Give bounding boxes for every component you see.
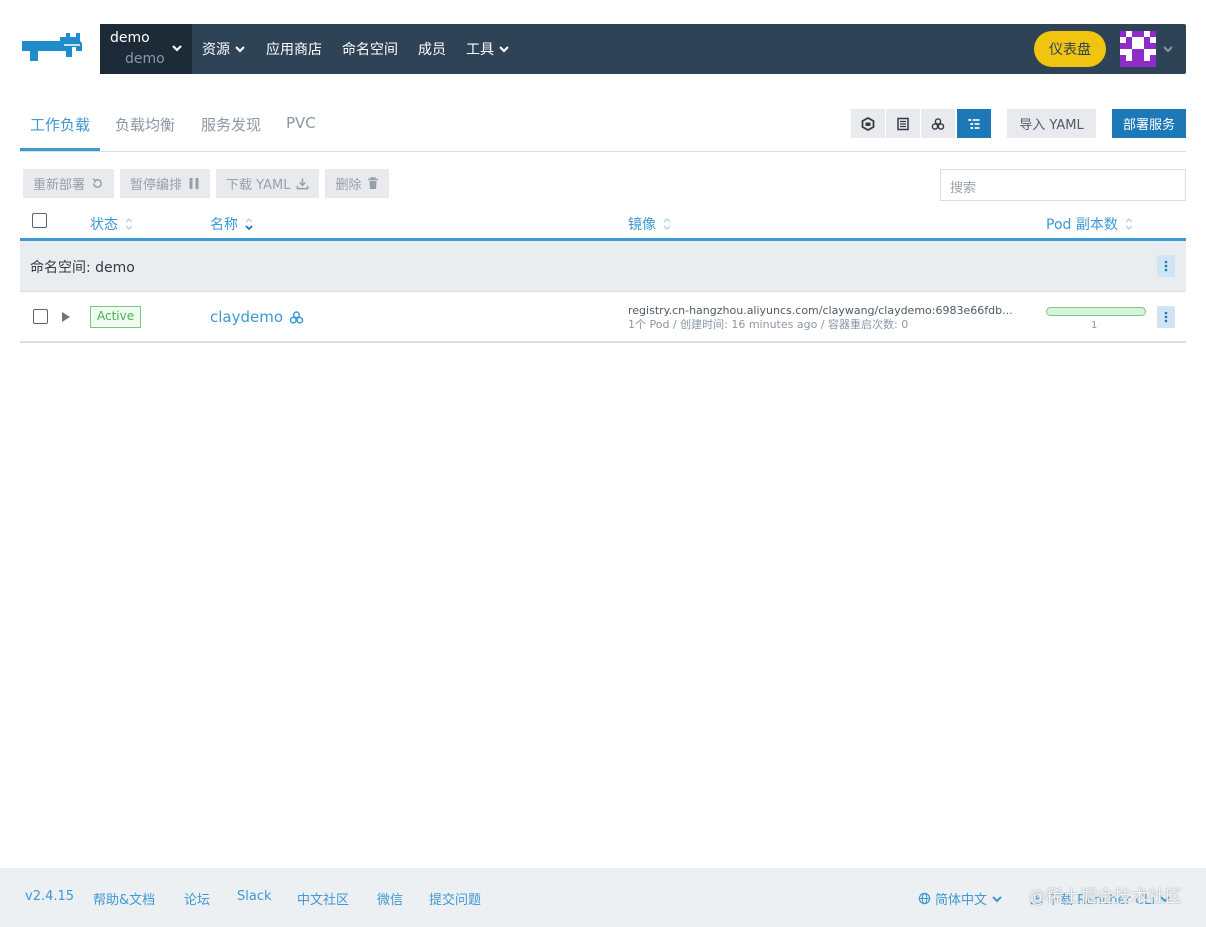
tab-workloads[interactable]: 工作负载 (30, 114, 90, 135)
context-switcher[interactable]: demo demo (100, 24, 192, 74)
import-yaml-button[interactable]: 导入 YAML (1007, 109, 1096, 138)
tree-list-icon (968, 118, 980, 129)
search-input[interactable]: 搜索 (940, 169, 1186, 201)
bulk-actions: 重新部署 暂停编排 下载 YAML 删除 (23, 169, 395, 198)
main-navbar: demo demo 资源 应用商店 命名空间 成员 工具 仪表盘 (100, 24, 1186, 74)
namespace-group-label: 命名空间: demo (30, 260, 135, 276)
kebab-menu-icon (1164, 311, 1168, 323)
globe-icon (918, 892, 931, 905)
download-icon (297, 178, 309, 190)
deploy-service-button[interactable]: 部署服务 (1112, 109, 1186, 138)
row-actions-button[interactable] (1157, 306, 1175, 328)
column-pods[interactable]: Pod 副本数 (1046, 214, 1134, 234)
column-name-label: 名称 (210, 217, 238, 233)
list-icon (897, 117, 909, 130)
context-cluster: demo (110, 30, 150, 46)
column-pods-label: Pod 副本数 (1046, 217, 1118, 233)
pause-orchestration-button[interactable]: 暂停编排 (120, 169, 211, 198)
chevron-down-icon (235, 46, 245, 53)
view-list-button[interactable] (886, 109, 920, 138)
cube-icon (861, 116, 875, 131)
redeploy-label: 重新部署 (33, 178, 86, 193)
nav-members[interactable]: 成员 (408, 24, 456, 74)
trash-icon (368, 177, 379, 189)
sort-desc-icon (245, 217, 253, 231)
nav-tools-label: 工具 (466, 42, 494, 58)
row-checkbox[interactable] (33, 309, 48, 324)
nav-app-store[interactable]: 应用商店 (256, 24, 332, 74)
footer-link-wechat[interactable]: 微信 (377, 889, 403, 908)
nav-resources[interactable]: 资源 (192, 24, 256, 74)
tab-pvc[interactable]: PVC (286, 114, 316, 132)
status-badge: Active (90, 306, 142, 328)
dashboard-button[interactable]: 仪表盘 (1034, 31, 1106, 67)
chevron-down-icon[interactable] (1162, 43, 1174, 55)
sort-icon (663, 217, 671, 231)
select-all-checkbox[interactable] (32, 213, 47, 228)
view-group-by-namespace-button[interactable] (921, 109, 955, 138)
column-state-label: 状态 (90, 217, 118, 233)
footer-link-forum[interactable]: 论坛 (184, 889, 210, 908)
page-footer: v2.4.15 帮助&文档 论坛 Slack 中文社区 微信 提交问题 简体中文… (0, 868, 1206, 927)
language-label: 简体中文 (935, 893, 988, 908)
download-yaml-button[interactable]: 下载 YAML (216, 169, 320, 198)
workload-details: 1个 Pod / 创建时间: 16 minutes ago / 容器重启次数: … (628, 318, 909, 331)
group-actions-button[interactable] (1157, 255, 1175, 277)
column-name[interactable]: 名称 (210, 214, 254, 234)
nav-namespaces-label: 命名空间 (342, 42, 398, 58)
table-row: Active claydemo registry.cn-hangzhou.ali… (20, 292, 1186, 343)
active-tab-indicator (20, 148, 100, 151)
tab-service-discovery[interactable]: 服务发现 (201, 114, 261, 135)
language-selector[interactable]: 简体中文 (918, 889, 1003, 908)
column-image-label: 镜像 (628, 217, 656, 233)
column-image[interactable]: 镜像 (628, 214, 672, 234)
chevron-down-icon (499, 46, 509, 53)
pod-count: 1 (1091, 320, 1098, 331)
tab-load-balancing[interactable]: 负载均衡 (115, 114, 175, 135)
workload-name: claydemo (210, 308, 284, 326)
kebab-menu-icon (1164, 260, 1168, 272)
sort-icon (1125, 217, 1133, 231)
chevron-down-icon (172, 45, 182, 52)
nav-resources-label: 资源 (202, 42, 230, 58)
redeploy-button[interactable]: 重新部署 (23, 169, 115, 198)
table-header: 状态 名称 镜像 Pod 副本数 (20, 205, 1186, 241)
delete-label: 删除 (335, 178, 362, 193)
refresh-icon (92, 178, 102, 188)
top-header: demo demo 资源 应用商店 命名空间 成员 工具 仪表盘 (20, 24, 1186, 74)
footer-link-slack[interactable]: Slack (237, 889, 272, 904)
column-state[interactable]: 状态 (90, 214, 134, 234)
pause-icon (189, 178, 199, 189)
download-label: 下载 YAML (226, 178, 291, 193)
delete-button[interactable]: 删除 (325, 169, 390, 198)
footer-link-submit-issue[interactable]: 提交问题 (429, 889, 481, 908)
cluster-icon (931, 117, 945, 130)
chevron-down-icon (992, 895, 1002, 902)
nav-right: 仪表盘 (1034, 24, 1174, 74)
nav-tools[interactable]: 工具 (456, 24, 520, 74)
watermark-text: @稀土掘金技术社区 (1029, 887, 1182, 907)
cluster-icon (289, 310, 304, 324)
workload-tabs: 工作负载 负载均衡 服务发现 PVC 导入 YAML 部署服务 (20, 100, 1186, 152)
rancher-logo[interactable] (20, 24, 100, 74)
rancher-cow-icon (22, 33, 82, 61)
nav-namespaces[interactable]: 命名空间 (332, 24, 408, 74)
footer-link-chinese-community[interactable]: 中文社区 (297, 889, 349, 908)
view-tree-button[interactable] (957, 109, 991, 138)
user-avatar[interactable] (1120, 31, 1156, 67)
pause-label: 暂停编排 (130, 178, 183, 193)
namespace-group-row: 命名空间: demo (20, 241, 1186, 292)
nav-app-store-label: 应用商店 (266, 42, 322, 58)
expand-caret-icon[interactable] (61, 311, 71, 323)
workload-name-link[interactable]: claydemo (210, 308, 304, 326)
view-group-by-node-button[interactable] (851, 109, 885, 138)
footer-link-help-docs[interactable]: 帮助&文档 (93, 889, 155, 908)
sort-icon (125, 217, 133, 231)
version-link[interactable]: v2.4.15 (25, 889, 74, 904)
context-project: demo (125, 51, 165, 67)
pod-progress-bar (1046, 307, 1146, 316)
nav-members-label: 成员 (418, 42, 446, 58)
